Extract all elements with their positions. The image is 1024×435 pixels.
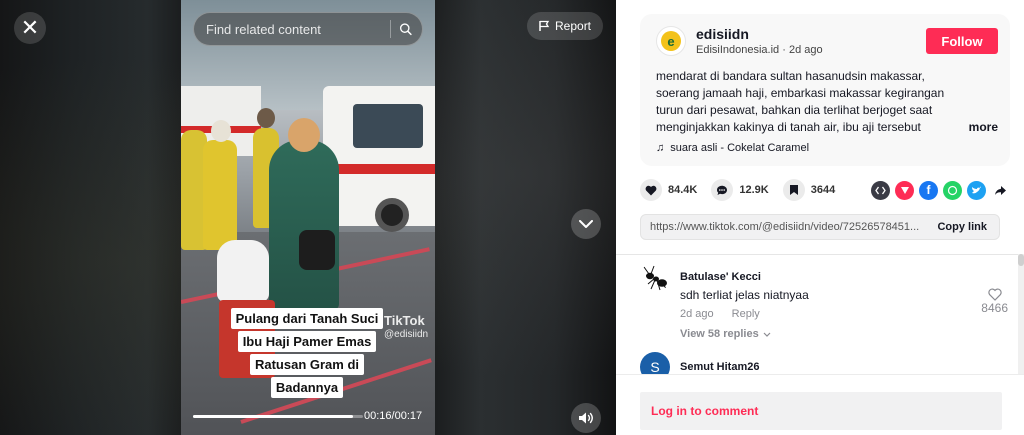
author-username[interactable]: edisiidn [696, 26, 926, 42]
video-handbag [299, 230, 335, 270]
post-description: mendarat di bandara sultan hasanudsin ma… [656, 68, 998, 136]
bookmark-icon [782, 179, 805, 201]
save-count: 3644 [810, 184, 836, 196]
video-progress-bar[interactable] [193, 415, 363, 418]
commenter-name[interactable]: Batulase' Kecci [680, 271, 1024, 283]
ant-icon [643, 265, 668, 291]
video-caption: Pulang dari Tanah Suci Ibu Haji Pamer Em… [222, 308, 392, 398]
video-person [203, 140, 237, 250]
caption-line: Pulang dari Tanah Suci [230, 308, 384, 329]
video-timecode: 00:16/00:17 [364, 410, 423, 422]
scrollbar-thumb[interactable] [1018, 254, 1024, 266]
repost-icon[interactable] [895, 180, 914, 200]
close-button[interactable]: ✕ [14, 12, 46, 44]
close-icon: ✕ [20, 15, 40, 40]
share-arrow-icon[interactable] [991, 181, 1010, 200]
login-to-comment-bar[interactable]: Log in to comment [640, 392, 1002, 430]
comment-meta: 2d ago Reply [680, 308, 1024, 320]
app-root: Pulang dari Tanah Suci Ibu Haji Pamer Em… [0, 0, 1024, 435]
edisi-logo-icon: e [661, 31, 681, 51]
video-person-head [257, 108, 275, 128]
music-row[interactable]: ♫ suara asli - Cokelat Caramel [656, 142, 998, 154]
reply-button[interactable]: Reply [732, 308, 760, 320]
chevron-down-icon [763, 332, 771, 337]
next-video-button[interactable] [571, 209, 601, 239]
comment-time: 2d ago [680, 308, 714, 320]
caption-line: Badannya [270, 377, 344, 398]
heart-icon [640, 179, 662, 201]
login-to-comment-label: Log in to comment [651, 404, 759, 418]
follow-button[interactable]: Follow [926, 28, 998, 54]
heart-outline-icon [987, 288, 1002, 301]
commenter-name[interactable]: Semut Hitam26 [680, 361, 1024, 373]
caption-line: Ibu Haji Pamer Emas [237, 331, 377, 352]
author-display-name: EdisiIndonesia.id [696, 44, 780, 56]
save-button[interactable]: 3644 [782, 179, 836, 201]
report-button[interactable]: Report [527, 12, 604, 40]
avatar-letter: S [650, 359, 660, 374]
post-date: 2d ago [788, 44, 823, 56]
video-person-head [211, 120, 231, 142]
video-progress-fill [193, 415, 353, 418]
detail-panel: e edisiidn EdisiIndonesia.id · 2d ago Fo… [616, 0, 1024, 435]
commenter-avatar[interactable] [640, 262, 670, 292]
video-person-main [269, 140, 339, 310]
like-count: 84.4K [668, 184, 698, 196]
volume-button[interactable] [571, 403, 601, 433]
copy-link-box: https://www.tiktok.com/@edisiidn/video/7… [640, 214, 1000, 240]
tiktok-watermark: TikTok @edisiidn [384, 314, 428, 342]
whatsapp-icon[interactable] [943, 180, 962, 200]
comment-body: Batulase' Kecci sdh terliat jelas niatny… [680, 262, 1024, 340]
report-label: Report [555, 19, 592, 33]
author-subline: EdisiIndonesia.id · 2d ago [696, 44, 926, 56]
dot-separator: · [782, 44, 789, 56]
comment-like-button[interactable]: 8466 [981, 288, 1008, 315]
comment-like-count: 8466 [981, 301, 1008, 315]
comment-scrollbar[interactable] [1018, 254, 1024, 374]
embed-icon[interactable] [871, 180, 890, 200]
search-input[interactable] [206, 21, 382, 37]
copy-link-button[interactable]: Copy link [925, 221, 999, 233]
commenter-avatar[interactable]: S [640, 352, 670, 374]
author-avatar[interactable]: e [656, 26, 686, 56]
music-note-icon: ♫ [656, 142, 665, 154]
comment-icon [711, 179, 734, 201]
twitter-icon[interactable] [967, 180, 986, 200]
video-white-bag [217, 240, 269, 302]
video-link-text[interactable]: https://www.tiktok.com/@edisiidn/video/7… [641, 221, 925, 233]
share-icons: f [871, 180, 1010, 200]
description-text: mendarat di bandara sultan hasanudsin ma… [656, 69, 945, 134]
video-ambulance-right [323, 86, 435, 232]
search-icon[interactable] [399, 21, 412, 37]
view-replies-button[interactable]: View 58 replies [680, 328, 1024, 340]
caption-line: Ratusan Gram di [249, 354, 365, 375]
comment-list: Batulase' Kecci sdh terliat jelas niatny… [640, 262, 1024, 374]
video-area: Pulang dari Tanah Suci Ibu Haji Pamer Em… [0, 0, 616, 435]
view-replies-label: View 58 replies [680, 328, 759, 340]
video-person-head [288, 118, 320, 152]
music-title: suara asli - Cokelat Caramel [670, 142, 810, 154]
search-box[interactable] [193, 12, 423, 46]
comment-button[interactable]: 12.9K [711, 179, 769, 201]
comment-footer-divider [616, 374, 1024, 375]
like-button[interactable]: 84.4K [640, 179, 697, 201]
comment-item: S Semut Hitam26 [640, 352, 1024, 374]
section-divider [616, 254, 1024, 255]
flag-icon [539, 20, 550, 31]
watermark-handle: @edisiidn [384, 329, 429, 340]
comment-body: Semut Hitam26 [680, 352, 1024, 374]
author-info: edisiidn EdisiIndonesia.id · 2d ago [696, 26, 926, 56]
comment-count: 12.9K [739, 184, 769, 196]
search-divider [390, 20, 391, 38]
chevron-down-icon [579, 219, 593, 228]
more-link[interactable]: more [964, 119, 998, 136]
watermark-brand: TikTok [384, 313, 425, 328]
volume-icon [579, 412, 593, 424]
comment-text: sdh terliat jelas niatnyaa [680, 288, 809, 302]
author-row: e edisiidn EdisiIndonesia.id · 2d ago Fo… [656, 26, 998, 56]
actions-row: 84.4K 12.9K 3644 f [640, 178, 1010, 202]
comment-item: Batulase' Kecci sdh terliat jelas niatny… [640, 262, 1024, 340]
facebook-icon[interactable]: f [919, 180, 938, 200]
post-info-card: e edisiidn EdisiIndonesia.id · 2d ago Fo… [640, 14, 1010, 166]
